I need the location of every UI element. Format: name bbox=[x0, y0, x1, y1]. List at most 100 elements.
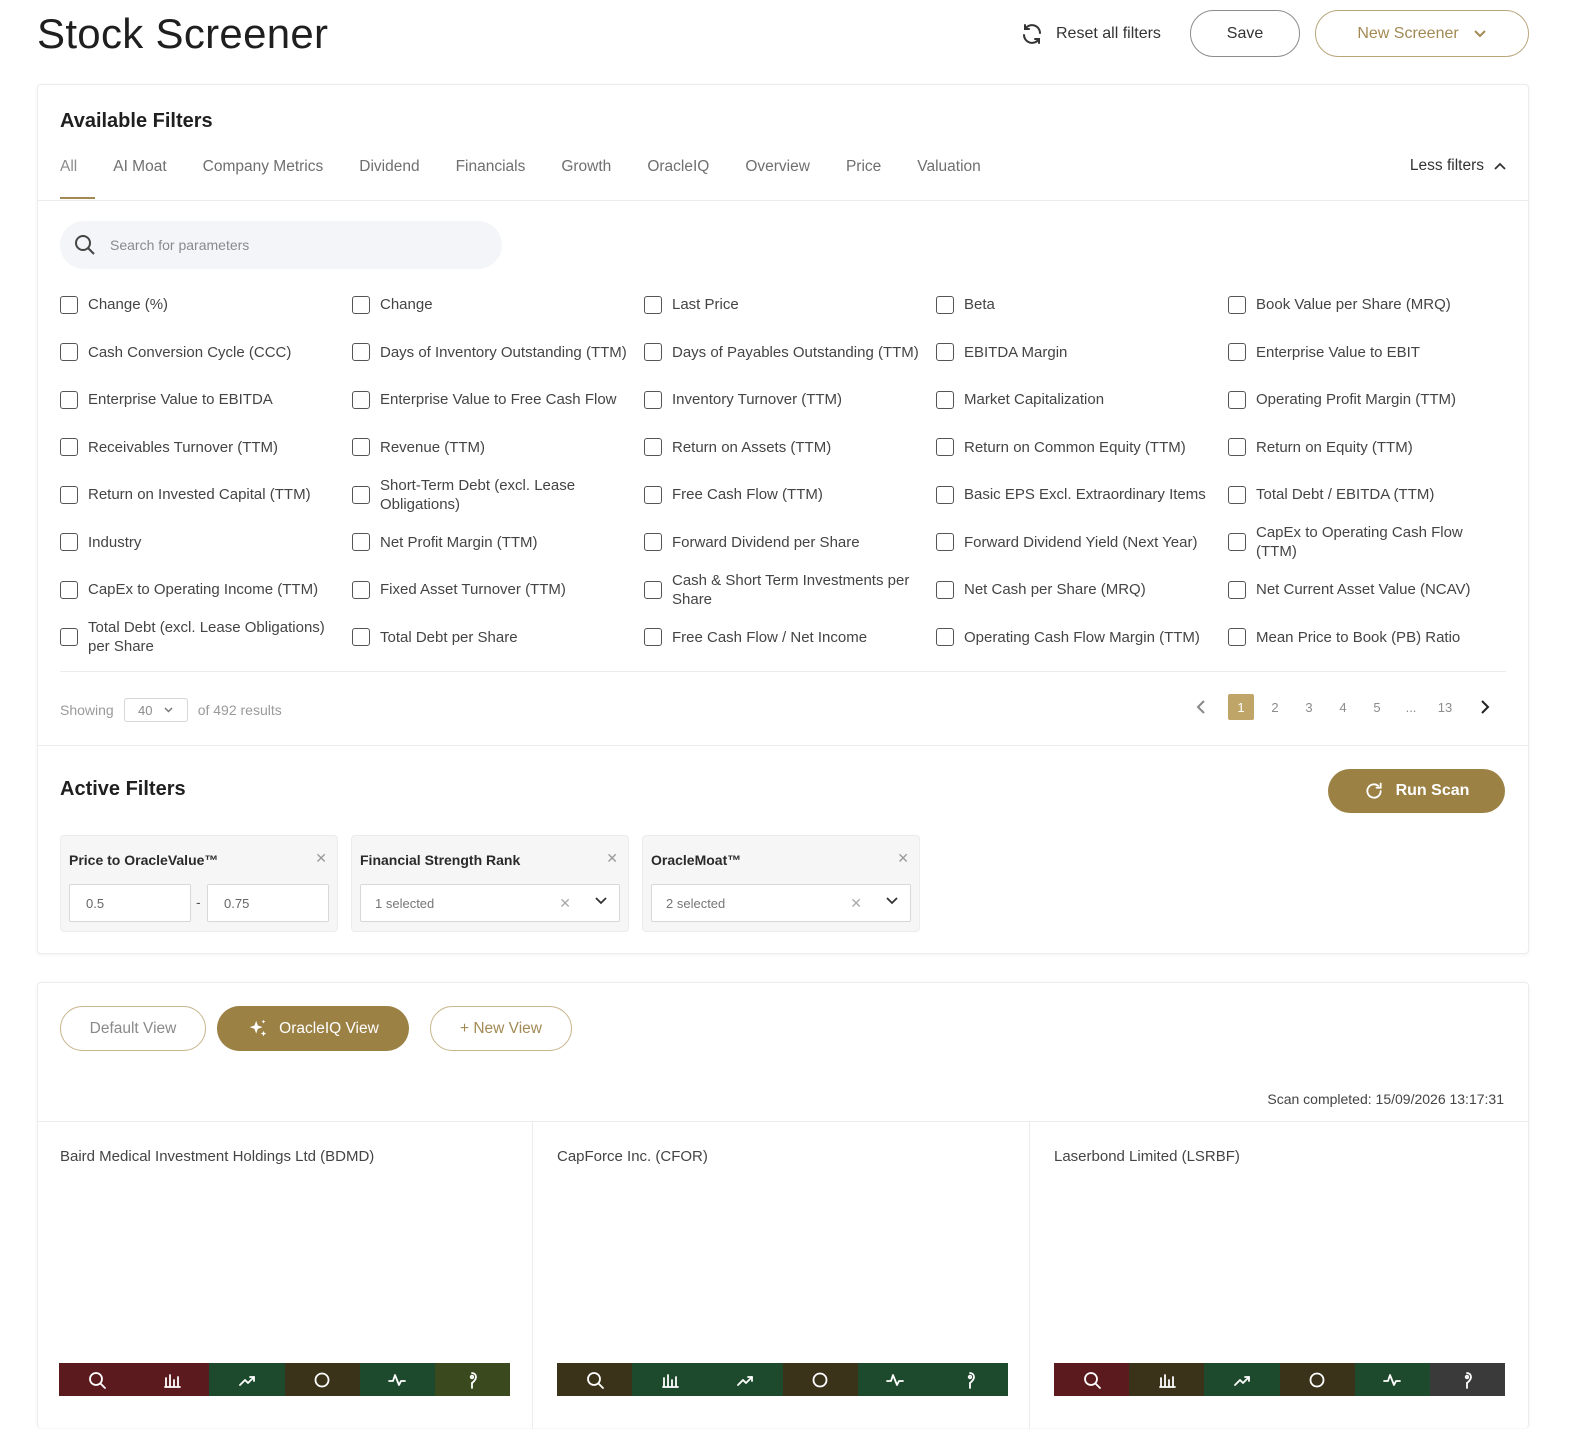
filter-option[interactable]: Market Capitalization bbox=[936, 376, 1228, 424]
filter-option[interactable]: Days of Payables Outstanding (TTM) bbox=[644, 329, 936, 377]
filter-checkbox[interactable] bbox=[60, 580, 78, 599]
filter-option[interactable]: Book Value per Share (MRQ) bbox=[1228, 281, 1510, 329]
metric-cell[interactable] bbox=[209, 1363, 285, 1396]
filter-option[interactable]: Operating Profit Margin (TTM) bbox=[1228, 376, 1510, 424]
filter-checkbox[interactable] bbox=[936, 485, 954, 504]
filter-option[interactable]: Receivables Turnover (TTM) bbox=[60, 424, 352, 472]
filter-option[interactable]: Inventory Turnover (TTM) bbox=[644, 376, 936, 424]
filter-checkbox[interactable] bbox=[1228, 628, 1246, 647]
metric-cell[interactable] bbox=[782, 1363, 858, 1396]
metric-cell[interactable] bbox=[359, 1363, 435, 1396]
less-filters-toggle[interactable]: Less filters bbox=[1410, 157, 1506, 175]
filter-checkbox[interactable] bbox=[644, 390, 662, 409]
filter-checkbox[interactable] bbox=[352, 438, 370, 457]
filter-checkbox[interactable] bbox=[936, 533, 954, 552]
tab-overview[interactable]: Overview bbox=[745, 157, 810, 199]
filter-checkbox[interactable] bbox=[1228, 485, 1246, 504]
company-name[interactable]: CapForce Inc. (CFOR) bbox=[557, 1148, 708, 1165]
tab-growth[interactable]: Growth bbox=[561, 157, 611, 199]
metric-cell[interactable] bbox=[1054, 1363, 1130, 1396]
metric-cell[interactable] bbox=[134, 1363, 210, 1396]
tab-all[interactable]: All bbox=[60, 157, 96, 199]
filter-checkbox[interactable] bbox=[936, 628, 954, 647]
tab-company-metrics[interactable]: Company Metrics bbox=[203, 157, 324, 199]
filter-checkbox[interactable] bbox=[1228, 390, 1246, 409]
tab-oracleiq[interactable]: OracleIQ bbox=[647, 157, 709, 199]
filter-option[interactable]: CapEx to Operating Income (TTM) bbox=[60, 566, 352, 614]
filter-checkbox[interactable] bbox=[644, 485, 662, 504]
filter-checkbox[interactable] bbox=[60, 628, 78, 647]
filter-option[interactable]: Change (%) bbox=[60, 281, 352, 329]
filter-checkbox[interactable] bbox=[60, 390, 78, 409]
filter-checkbox[interactable] bbox=[644, 343, 662, 362]
page-number[interactable]: 1 bbox=[1228, 694, 1254, 720]
page-number[interactable]: 5 bbox=[1360, 694, 1394, 720]
filter-option[interactable]: Basic EPS Excl. Extraordinary Items bbox=[936, 471, 1228, 519]
metric-cell[interactable] bbox=[284, 1363, 360, 1396]
next-page-button[interactable] bbox=[1462, 694, 1508, 720]
metric-cell[interactable] bbox=[857, 1363, 933, 1396]
oracleiq-view-button[interactable]: OracleIQ View bbox=[217, 1006, 409, 1051]
filter-checkbox[interactable] bbox=[352, 343, 370, 362]
filter-checkbox[interactable] bbox=[644, 580, 662, 599]
min-value-input[interactable] bbox=[69, 884, 191, 922]
reset-all-filters-button[interactable]: Reset all filters bbox=[1020, 20, 1161, 48]
metric-cell[interactable] bbox=[707, 1363, 783, 1396]
filter-checkbox[interactable] bbox=[936, 438, 954, 457]
filter-option[interactable]: EBITDA Margin bbox=[936, 329, 1228, 377]
clear-icon[interactable]: ✕ bbox=[850, 895, 862, 912]
filter-checkbox[interactable] bbox=[352, 485, 370, 504]
tab-ai-moat[interactable]: AI Moat bbox=[113, 157, 166, 199]
filter-checkbox[interactable] bbox=[352, 295, 370, 314]
filter-checkbox[interactable] bbox=[936, 295, 954, 314]
filter-checkbox[interactable] bbox=[1228, 580, 1246, 599]
filter-checkbox[interactable] bbox=[644, 438, 662, 457]
company-name[interactable]: Baird Medical Investment Holdings Ltd (B… bbox=[60, 1148, 374, 1165]
filter-option[interactable]: Enterprise Value to EBIT bbox=[1228, 329, 1510, 377]
search-input[interactable] bbox=[108, 236, 468, 254]
filter-option[interactable]: Fixed Asset Turnover (TTM) bbox=[352, 566, 644, 614]
filter-option[interactable]: Days of Inventory Outstanding (TTM) bbox=[352, 329, 644, 377]
filter-option[interactable]: Return on Common Equity (TTM) bbox=[936, 424, 1228, 472]
filter-option[interactable]: Forward Dividend Yield (Next Year) bbox=[936, 519, 1228, 567]
page-number[interactable]: 4 bbox=[1326, 694, 1360, 720]
filter-option[interactable]: Short-Term Debt (excl. Lease Obligations… bbox=[352, 471, 644, 519]
metric-cell[interactable] bbox=[434, 1363, 511, 1396]
tab-price[interactable]: Price bbox=[846, 157, 881, 199]
filter-checkbox[interactable] bbox=[352, 533, 370, 552]
filter-option[interactable]: Total Debt per Share bbox=[352, 614, 644, 662]
filter-checkbox[interactable] bbox=[352, 628, 370, 647]
filter-checkbox[interactable] bbox=[1228, 343, 1246, 362]
new-screener-button[interactable]: New Screener bbox=[1315, 10, 1529, 57]
filter-option[interactable]: Free Cash Flow (TTM) bbox=[644, 471, 936, 519]
tab-financials[interactable]: Financials bbox=[456, 157, 526, 199]
filter-option[interactable]: Free Cash Flow / Net Income bbox=[644, 614, 936, 662]
metric-cell[interactable] bbox=[1279, 1363, 1355, 1396]
filter-option[interactable]: Net Current Asset Value (NCAV) bbox=[1228, 566, 1510, 614]
filter-checkbox[interactable] bbox=[644, 295, 662, 314]
filter-checkbox[interactable] bbox=[936, 390, 954, 409]
filter-option[interactable]: Last Price bbox=[644, 281, 936, 329]
oraclemoat-select[interactable]: 2 selected ✕ bbox=[651, 884, 911, 922]
tab-valuation[interactable]: Valuation bbox=[917, 157, 980, 199]
filter-option[interactable]: Mean Price to Book (PB) Ratio bbox=[1228, 614, 1510, 662]
save-button[interactable]: Save bbox=[1190, 10, 1300, 57]
filter-option[interactable]: Industry bbox=[60, 519, 352, 567]
filter-option[interactable]: Enterprise Value to EBITDA bbox=[60, 376, 352, 424]
clear-icon[interactable]: ✕ bbox=[559, 895, 571, 912]
close-icon[interactable]: ✕ bbox=[606, 850, 618, 867]
filter-checkbox[interactable] bbox=[60, 533, 78, 552]
filter-option[interactable]: Return on Invested Capital (TTM) bbox=[60, 471, 352, 519]
filter-checkbox[interactable] bbox=[644, 533, 662, 552]
filter-checkbox[interactable] bbox=[644, 628, 662, 647]
filter-checkbox[interactable] bbox=[1228, 533, 1246, 552]
per-page-select[interactable]: 40 bbox=[123, 698, 188, 722]
page-number[interactable]: 2 bbox=[1258, 694, 1292, 720]
financial-strength-select[interactable]: 1 selected ✕ bbox=[360, 884, 620, 922]
filter-option[interactable]: Forward Dividend per Share bbox=[644, 519, 936, 567]
filter-checkbox[interactable] bbox=[1228, 295, 1246, 314]
filter-option[interactable]: Return on Equity (TTM) bbox=[1228, 424, 1510, 472]
metric-cell[interactable] bbox=[1354, 1363, 1430, 1396]
filter-option[interactable]: Enterprise Value to Free Cash Flow bbox=[352, 376, 644, 424]
filter-checkbox[interactable] bbox=[936, 580, 954, 599]
